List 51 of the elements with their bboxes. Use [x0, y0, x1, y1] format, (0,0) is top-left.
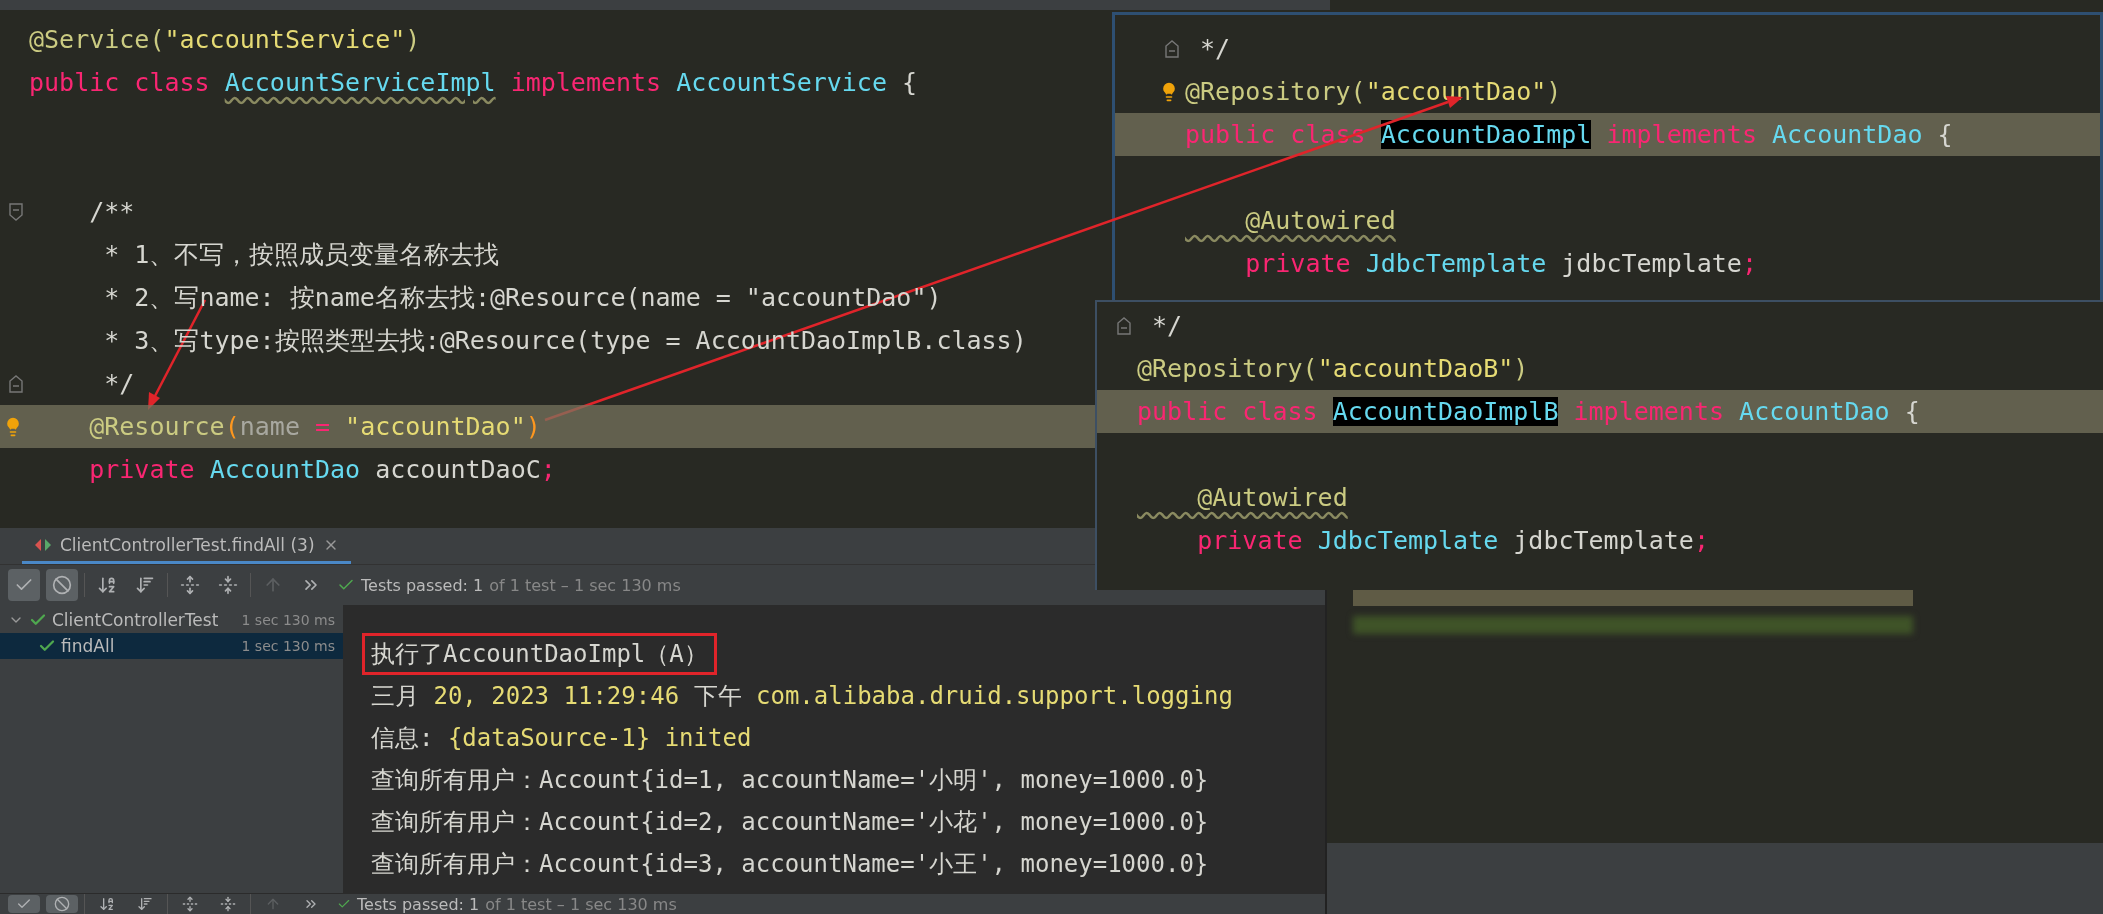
check-button[interactable] — [8, 569, 40, 601]
console-line: 查询所有用户：Account{id=1, accountName='小明', money=1000.0} — [370, 765, 1210, 796]
sort-alpha-icon — [97, 575, 117, 595]
run-tab[interactable]: ClientControllerTest.findAll (3) — [22, 528, 351, 564]
code-line: @Resource(name = "accountDao") — [88, 412, 541, 441]
test-status-detail: of 1 test – 1 sec 130 ms — [489, 575, 681, 595]
code-line: */ — [103, 369, 135, 398]
console-line: 查询所有用户：Account{id=3, accountName='小王', money=1000.0} — [370, 849, 1210, 880]
code-line: public class AccountDaoImplB implements AccountDao { — [1137, 397, 1920, 426]
console-line: 三月 20, 2023 11:29:46 下午 com.alibaba.druid.support.logging — [370, 681, 1234, 712]
sort-icon — [137, 896, 153, 912]
check-icon — [337, 897, 351, 911]
code-line: * 1、不写，按照成员变量名称去找 — [103, 239, 500, 271]
code-line: private JdbcTemplate jdbcTemplate; — [1244, 249, 1757, 278]
code-line: @Repository("accountDao") — [1185, 77, 1562, 106]
sort-icon — [135, 575, 155, 595]
prohibited-button[interactable] — [46, 895, 78, 913]
duration: 1 sec 130 ms — [241, 638, 336, 654]
run-config-icon — [34, 537, 52, 552]
code-line: /** — [88, 197, 135, 226]
fold-icon[interactable] — [9, 202, 23, 221]
sort-alpha-icon — [99, 896, 115, 912]
code-line: */ — [1199, 34, 1231, 63]
code-line: @Repository("accountDaoB") — [1137, 354, 1529, 383]
code-line: private AccountDao accountDaoC; — [88, 455, 556, 484]
code-line: public class AccountServiceImpl implements AccountService { — [29, 68, 918, 97]
duration: 1 sec 130 ms — [241, 612, 336, 628]
prohibited-button[interactable] — [46, 569, 78, 601]
collapse-icon — [220, 896, 236, 912]
code-line: @Autowired — [1196, 483, 1348, 512]
prohibited-icon — [54, 896, 70, 912]
fold-icon[interactable] — [9, 374, 23, 393]
test-status: Tests passed: 1 — [361, 575, 484, 595]
test-status: Tests passed: 1 — [357, 894, 480, 914]
test-status-detail: of 1 test – 1 sec 130 ms — [485, 894, 677, 914]
code-line: @Autowired — [1244, 206, 1396, 235]
console-line: 查询所有用户：Account{id=2, accountName='小花', money=1000.0} — [370, 807, 1210, 838]
prohibited-icon — [52, 575, 72, 595]
check-button[interactable] — [8, 895, 40, 913]
code-line: @Service("accountService") — [29, 25, 421, 54]
expand-icon — [180, 575, 200, 595]
tree-item[interactable]: ClientControllerTest 1 sec 130 ms — [0, 607, 343, 633]
collapse-icon — [218, 575, 238, 595]
code-line: */ — [1151, 311, 1183, 340]
code-line: public class AccountDaoImpl implements AccountDao { — [1185, 120, 1953, 149]
code-line: private JdbcTemplate jdbcTemplate; — [1196, 526, 1709, 555]
fold-icon[interactable] — [1117, 316, 1131, 335]
expand-icon — [182, 896, 198, 912]
tree-item[interactable]: findAll 1 sec 130 ms — [0, 633, 343, 659]
fold-icon[interactable] — [1165, 39, 1179, 58]
console-line: 信息: {dataSource-1} inited — [370, 723, 753, 754]
